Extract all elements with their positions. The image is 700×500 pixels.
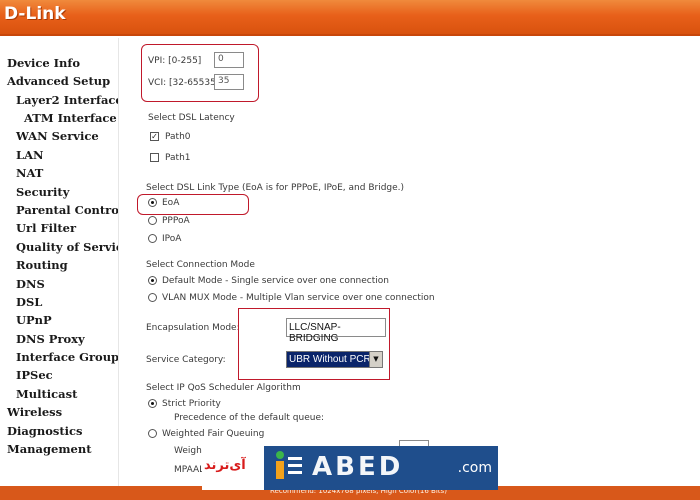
connection-mode-heading: Select Connection Mode [146, 260, 255, 270]
sidebar-item-layer2-interface[interactable]: Layer2 Interface [16, 93, 123, 107]
default-mode-radio[interactable] [148, 276, 157, 285]
sidebar-item-management[interactable]: Management [7, 442, 92, 456]
watermark-logo: ABED .com [264, 446, 498, 490]
sidebar-item-nat[interactable]: NAT [16, 166, 43, 180]
path1-label: Path1 [165, 153, 191, 163]
header-bar: D-Link [0, 0, 700, 36]
sidebar-item-advanced-setup[interactable]: Advanced Setup [7, 74, 110, 88]
sidebar-item-wireless[interactable]: Wireless [7, 405, 62, 419]
weight-label: Weight [174, 446, 206, 456]
sidebar-item-upnp[interactable]: UPnP [16, 313, 52, 327]
sidebar-item-dns-proxy[interactable]: DNS Proxy [16, 332, 85, 346]
wfq-label: Weighted Fair Queuing [162, 429, 265, 439]
service-category-value: UBR Without PCR [289, 354, 371, 365]
vci-label: VCI: [32-65535] [148, 78, 220, 88]
sidebar-item-ipsec[interactable]: IPSec [16, 368, 53, 382]
sidebar-item-security[interactable]: Security [16, 185, 69, 199]
sidebar-item-dsl[interactable]: DSL [16, 295, 42, 309]
eoa-label: EoA [162, 198, 180, 208]
vci-input[interactable]: 35 [214, 74, 244, 90]
wfq-radio[interactable] [148, 429, 157, 438]
encapsulation-field[interactable]: LLC/SNAP-BRIDGING [286, 318, 386, 344]
sidebar-item-multicast[interactable]: Multicast [16, 387, 77, 401]
sidebar-item-url-filter[interactable]: Url Filter [16, 221, 76, 235]
pppoa-label: PPPoA [162, 216, 190, 226]
ipoa-radio[interactable] [148, 234, 157, 243]
figure-icon [276, 451, 302, 479]
eoa-radio[interactable] [148, 198, 157, 207]
path0-label: Path0 [165, 132, 191, 142]
sidebar-nav: Device Info Advanced Setup Layer2 Interf… [0, 38, 140, 486]
vpi-input[interactable]: 0 [214, 52, 244, 68]
dlink-logo: D-Link [4, 4, 66, 24]
sidebar-item-atm-interface[interactable]: ATM Interface [24, 111, 117, 125]
ipoa-label: IPoA [162, 234, 182, 244]
link-type-heading: Select DSL Link Type (EoA is for PPPoE, … [146, 183, 405, 193]
precedence-label: Precedence of the default queue: [174, 413, 325, 423]
sidebar-item-diagnostics[interactable]: Diagnostics [7, 424, 83, 438]
sidebar-item-lan[interactable]: LAN [16, 148, 44, 162]
vpi-label: VPI: [0-255] [148, 56, 202, 66]
sidebar-item-device-info[interactable]: Device Info [7, 56, 80, 70]
vlan-mux-mode-radio[interactable] [148, 293, 157, 302]
mpaal-label: MPAAL [174, 465, 205, 475]
sidebar-item-wan-service[interactable]: WAN Service [16, 129, 99, 143]
sidebar-item-parental-control[interactable]: Parental Control [16, 203, 123, 217]
strict-priority-label: Strict Priority [162, 399, 221, 409]
vlan-mux-mode-label: VLAN MUX Mode - Multiple Vlan service ov… [162, 293, 435, 303]
path0-checkbox[interactable]: ✓ [150, 132, 159, 141]
pppoa-radio[interactable] [148, 216, 157, 225]
latency-heading: Select DSL Latency [148, 113, 235, 123]
service-category-select[interactable]: UBR Without PCR ▼ [286, 351, 383, 368]
main-panel: VPI: [0-255] 0 VCI: [32-65535] 35 Select… [118, 38, 700, 486]
encapsulation-label: Encapsulation Mode: [146, 323, 240, 333]
watermark: آی‌ترند ABED .com [202, 446, 498, 490]
sidebar-item-dns[interactable]: DNS [16, 277, 45, 291]
service-category-label: Service Category: [146, 355, 226, 365]
chevron-down-icon[interactable]: ▼ [369, 352, 382, 367]
sidebar-item-routing[interactable]: Routing [16, 258, 68, 272]
path1-checkbox[interactable] [150, 153, 159, 162]
default-mode-label: Default Mode - Single service over one c… [162, 276, 389, 286]
sidebar-item-qos[interactable]: Quality of Service [16, 240, 130, 254]
watermark-persian: آی‌ترند [202, 446, 264, 490]
qos-heading: Select IP QoS Scheduler Algorithm [146, 383, 301, 393]
strict-priority-radio[interactable] [148, 399, 157, 408]
